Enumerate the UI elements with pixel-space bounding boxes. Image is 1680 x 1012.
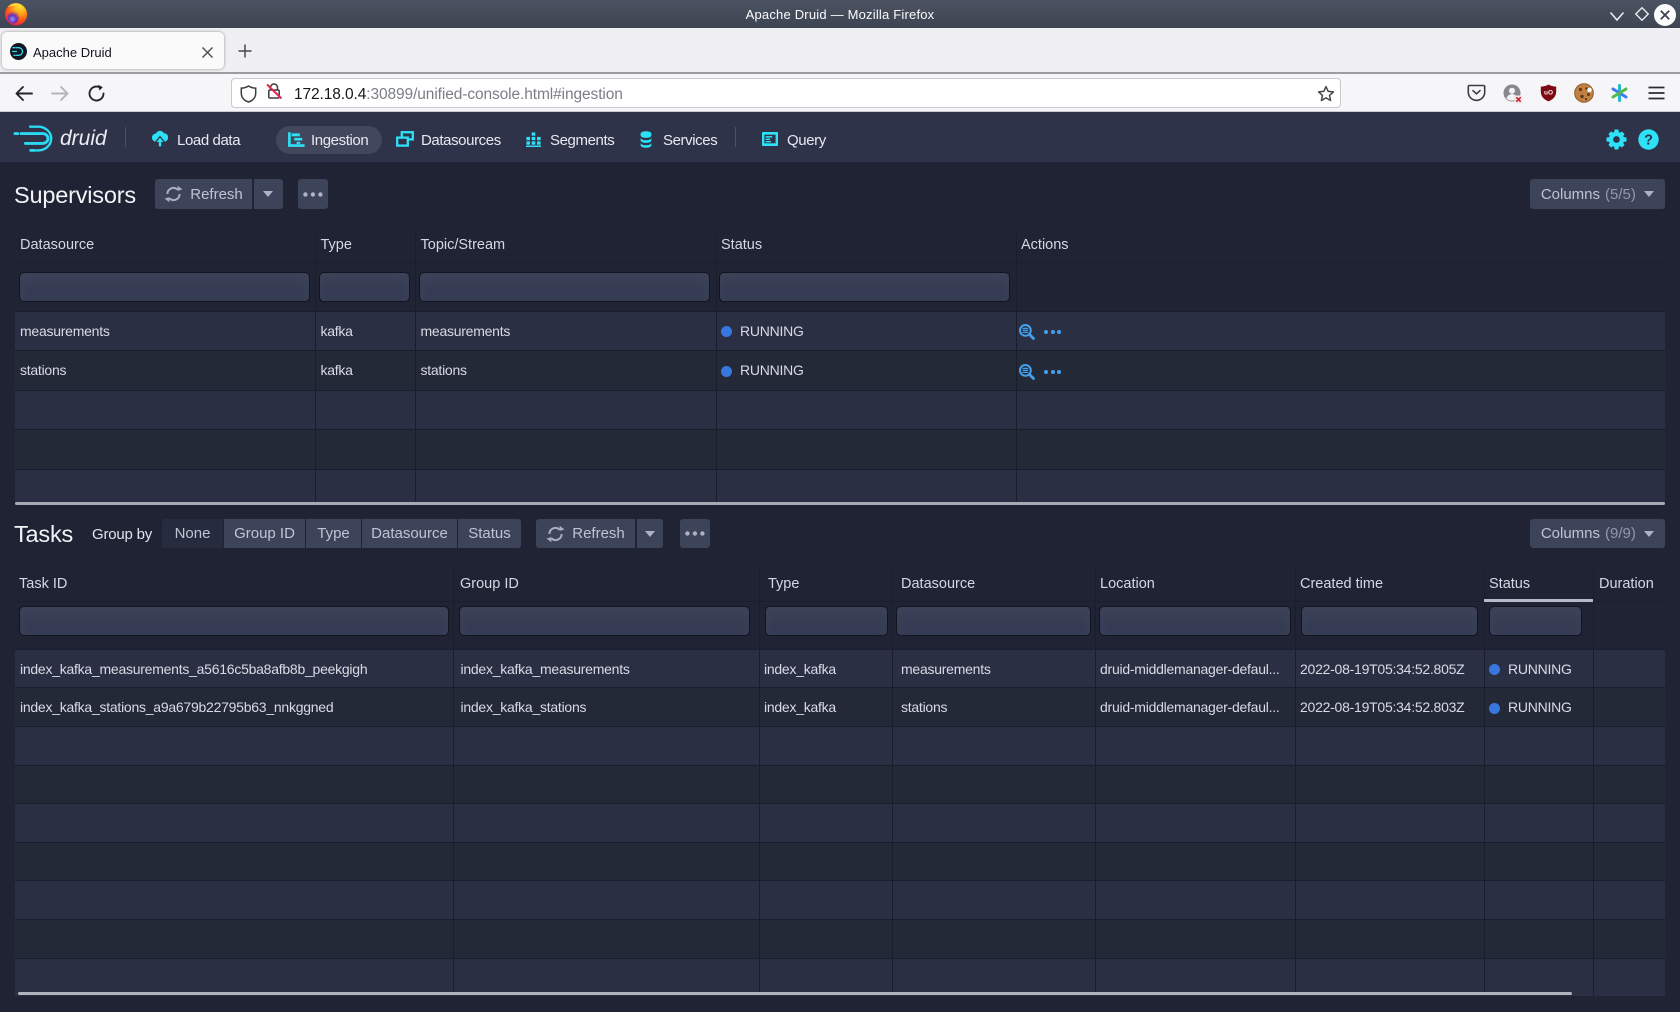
svg-text:?: ? xyxy=(1644,133,1653,149)
svg-text:uO: uO xyxy=(1544,90,1553,97)
